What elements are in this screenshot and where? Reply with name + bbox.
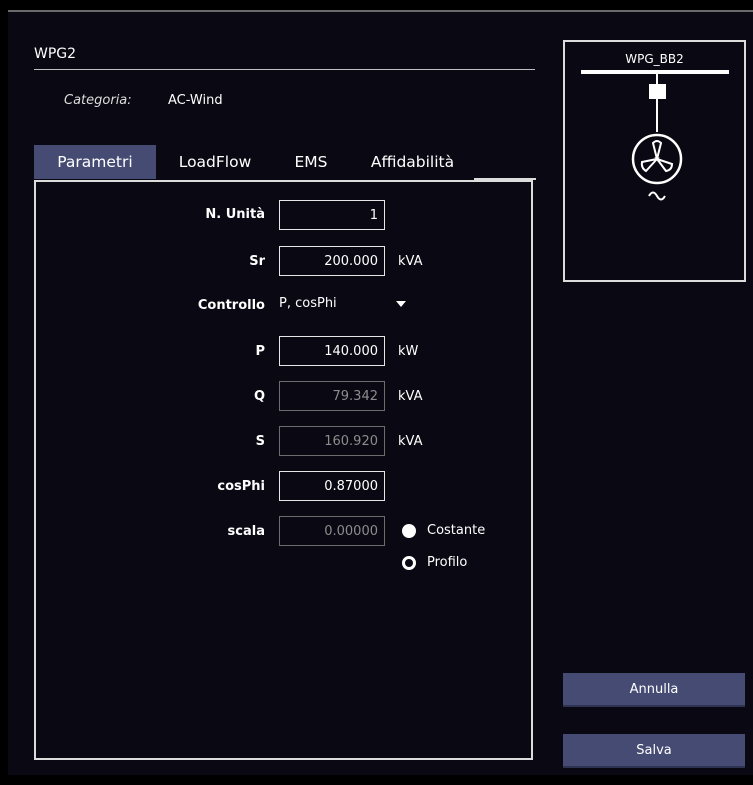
profilo-radio-label[interactable]: Profilo [427, 555, 467, 570]
sr-unit: kVA [398, 254, 423, 269]
p-label: P [255, 344, 265, 359]
p-unit: kW [398, 344, 419, 359]
controllo-select[interactable]: P, cosPhi [279, 290, 419, 318]
category-label: Categoria: [64, 93, 132, 108]
chevron-down-icon [396, 301, 406, 307]
q-label: Q [253, 389, 265, 404]
tab-ems[interactable]: EMS [276, 145, 346, 179]
salva-button[interactable]: Salva [563, 734, 745, 768]
q-input [279, 381, 385, 411]
schematic-preview: WPG_BB2 [563, 40, 746, 282]
controllo-value: P, cosPhi [279, 296, 337, 311]
p-input[interactable] [279, 336, 385, 366]
sr-label: Sr [249, 254, 265, 269]
costante-radio[interactable] [402, 524, 416, 538]
controllo-label: Controllo [197, 298, 265, 313]
q-unit: kVA [398, 389, 423, 404]
name-divider [34, 69, 535, 70]
cosphi-label: cosPhi [217, 479, 265, 494]
n-unita-label: N. Unità [205, 207, 265, 222]
s-unit: kVA [398, 434, 423, 449]
annulla-button[interactable]: Annulla [563, 673, 745, 707]
s-input [279, 426, 385, 456]
category-value: AC-Wind [168, 93, 223, 108]
tab-parametri[interactable]: Parametri [34, 145, 156, 179]
scala-label: scala [227, 524, 265, 539]
element-name: WPG2 [34, 46, 77, 62]
sr-input[interactable] [279, 246, 385, 276]
cosphi-input[interactable] [279, 471, 385, 501]
scala-input [279, 516, 385, 546]
profilo-radio[interactable] [402, 556, 416, 570]
n-unita-input[interactable] [279, 200, 385, 230]
tab-affidabilita[interactable]: Affidabilità [350, 145, 475, 179]
s-label: S [255, 434, 265, 449]
tab-loadflow[interactable]: LoadFlow [160, 145, 270, 179]
wind-generator-icon [581, 70, 729, 201]
costante-radio-label[interactable]: Costante [427, 523, 485, 538]
